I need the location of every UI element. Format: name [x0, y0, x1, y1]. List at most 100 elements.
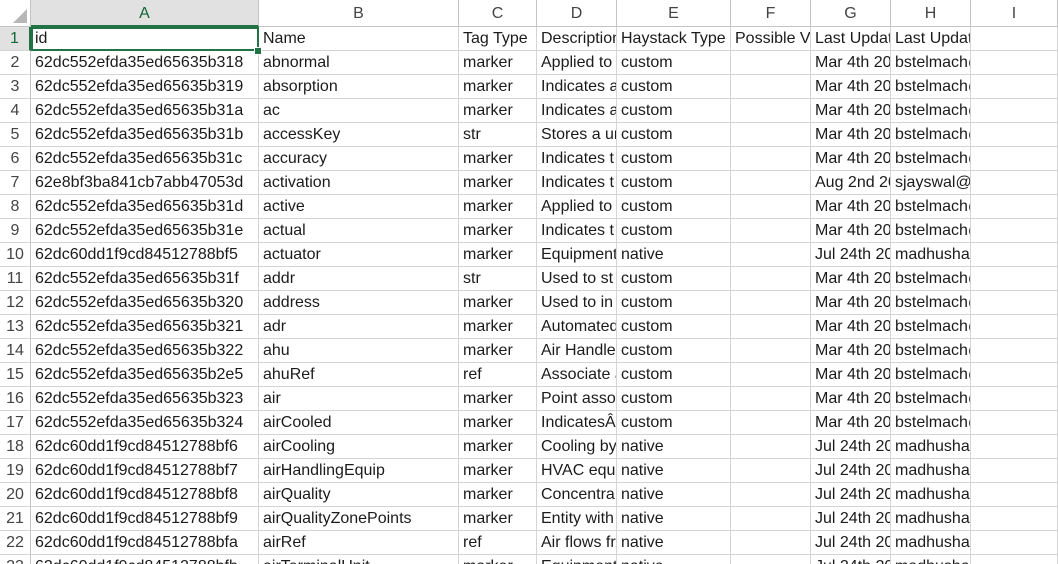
- row-number-22[interactable]: 22: [0, 531, 31, 555]
- header-cell[interactable]: Haystack Type: [617, 27, 731, 51]
- table-cell[interactable]: marker: [459, 339, 537, 363]
- table-cell[interactable]: 62dc552efda35ed65635b31c: [31, 147, 259, 171]
- table-cell[interactable]: [971, 147, 1058, 171]
- table-cell[interactable]: bstelmach@75f.io: [891, 51, 971, 75]
- column-header-a[interactable]: A: [31, 0, 259, 27]
- row-number-5[interactable]: 5: [0, 123, 31, 147]
- table-cell[interactable]: [731, 483, 811, 507]
- table-cell[interactable]: Mar 4th 20: [811, 123, 891, 147]
- table-cell[interactable]: airTerminalUnit: [259, 555, 459, 564]
- header-cell[interactable]: [971, 27, 1058, 51]
- table-cell[interactable]: Jul 24th 20: [811, 243, 891, 267]
- table-cell[interactable]: bstelmach@75f.io: [891, 147, 971, 171]
- table-cell[interactable]: Cooling by: [537, 435, 617, 459]
- table-cell[interactable]: Jul 24th 20: [811, 507, 891, 531]
- table-cell[interactable]: marker: [459, 315, 537, 339]
- table-cell[interactable]: [971, 339, 1058, 363]
- table-cell[interactable]: Equipment: [537, 243, 617, 267]
- row-number-15[interactable]: 15: [0, 363, 31, 387]
- row-number-8[interactable]: 8: [0, 195, 31, 219]
- table-cell[interactable]: [971, 387, 1058, 411]
- row-number-6[interactable]: 6: [0, 147, 31, 171]
- table-cell[interactable]: marker: [459, 195, 537, 219]
- table-cell[interactable]: Mar 4th 20: [811, 363, 891, 387]
- table-cell[interactable]: 62dc60dd1f9cd84512788bfb: [31, 555, 259, 564]
- header-cell[interactable]: Last Update By: [891, 27, 971, 51]
- table-cell[interactable]: marker: [459, 291, 537, 315]
- row-number-3[interactable]: 3: [0, 75, 31, 99]
- table-cell[interactable]: custom: [617, 267, 731, 291]
- row-number-11[interactable]: 11: [0, 267, 31, 291]
- row-number-1[interactable]: 1: [0, 27, 31, 51]
- table-cell[interactable]: Applied to: [537, 195, 617, 219]
- table-cell[interactable]: ahuRef: [259, 363, 459, 387]
- table-cell[interactable]: 62dc552efda35ed65635b31e: [31, 219, 259, 243]
- table-cell[interactable]: 62dc552efda35ed65635b2e5: [31, 363, 259, 387]
- table-cell[interactable]: 62dc60dd1f9cd84512788bfa: [31, 531, 259, 555]
- table-cell[interactable]: custom: [617, 387, 731, 411]
- table-cell[interactable]: 62dc552efda35ed65635b319: [31, 75, 259, 99]
- table-cell[interactable]: bstelmach@75f.io: [891, 315, 971, 339]
- row-number-18[interactable]: 18: [0, 435, 31, 459]
- table-cell[interactable]: [731, 243, 811, 267]
- table-cell[interactable]: custom: [617, 147, 731, 171]
- table-cell[interactable]: airRef: [259, 531, 459, 555]
- table-cell[interactable]: [731, 195, 811, 219]
- table-cell[interactable]: Jul 24th 20: [811, 483, 891, 507]
- table-cell[interactable]: Jul 24th 20: [811, 459, 891, 483]
- table-cell[interactable]: ahu: [259, 339, 459, 363]
- table-cell[interactable]: airQuality: [259, 483, 459, 507]
- table-cell[interactable]: [731, 339, 811, 363]
- table-cell[interactable]: Mar 4th 20: [811, 339, 891, 363]
- table-cell[interactable]: madhushan@75f.io: [891, 555, 971, 564]
- column-header-i[interactable]: I: [971, 0, 1058, 27]
- table-cell[interactable]: adr: [259, 315, 459, 339]
- header-cell[interactable]: id: [31, 27, 259, 51]
- table-cell[interactable]: Air Handler: [537, 339, 617, 363]
- table-cell[interactable]: Indicates a: [537, 75, 617, 99]
- table-cell[interactable]: Jul 24th 20: [811, 555, 891, 564]
- table-cell[interactable]: bstelmach@75f.io: [891, 339, 971, 363]
- header-cell[interactable]: Name: [259, 27, 459, 51]
- table-cell[interactable]: Equipment: [537, 555, 617, 564]
- table-cell[interactable]: [731, 219, 811, 243]
- table-cell[interactable]: str: [459, 123, 537, 147]
- table-cell[interactable]: [731, 411, 811, 435]
- table-cell[interactable]: Mar 4th 20: [811, 267, 891, 291]
- row-number-13[interactable]: 13: [0, 315, 31, 339]
- table-cell[interactable]: Aug 2nd 20: [811, 171, 891, 195]
- table-cell[interactable]: Concentra: [537, 483, 617, 507]
- table-cell[interactable]: [731, 387, 811, 411]
- table-cell[interactable]: native: [617, 243, 731, 267]
- table-cell[interactable]: Jul 24th 20: [811, 531, 891, 555]
- table-cell[interactable]: str: [459, 267, 537, 291]
- table-cell[interactable]: custom: [617, 339, 731, 363]
- table-cell[interactable]: Applied to: [537, 51, 617, 75]
- table-cell[interactable]: bstelmach@75f.io: [891, 387, 971, 411]
- table-cell[interactable]: Indicates t: [537, 219, 617, 243]
- table-cell[interactable]: [971, 411, 1058, 435]
- table-cell[interactable]: 62dc552efda35ed65635b321: [31, 315, 259, 339]
- table-cell[interactable]: marker: [459, 147, 537, 171]
- table-cell[interactable]: abnormal: [259, 51, 459, 75]
- table-cell[interactable]: 62dc552efda35ed65635b324: [31, 411, 259, 435]
- table-cell[interactable]: marker: [459, 171, 537, 195]
- table-cell[interactable]: marker: [459, 75, 537, 99]
- table-cell[interactable]: marker: [459, 507, 537, 531]
- table-cell[interactable]: [731, 507, 811, 531]
- table-cell[interactable]: HVAC equi: [537, 459, 617, 483]
- table-cell[interactable]: [971, 219, 1058, 243]
- table-cell[interactable]: 62dc60dd1f9cd84512788bf8: [31, 483, 259, 507]
- table-cell[interactable]: marker: [459, 555, 537, 564]
- table-cell[interactable]: Mar 4th 20: [811, 195, 891, 219]
- table-cell[interactable]: ref: [459, 363, 537, 387]
- table-cell[interactable]: marker: [459, 219, 537, 243]
- column-header-g[interactable]: G: [811, 0, 891, 27]
- column-header-h[interactable]: H: [891, 0, 971, 27]
- table-cell[interactable]: Mar 4th 20: [811, 75, 891, 99]
- table-cell[interactable]: [731, 555, 811, 564]
- table-cell[interactable]: Mar 4th 20: [811, 411, 891, 435]
- table-cell[interactable]: [971, 51, 1058, 75]
- table-cell[interactable]: airQualityZonePoints: [259, 507, 459, 531]
- table-cell[interactable]: native: [617, 435, 731, 459]
